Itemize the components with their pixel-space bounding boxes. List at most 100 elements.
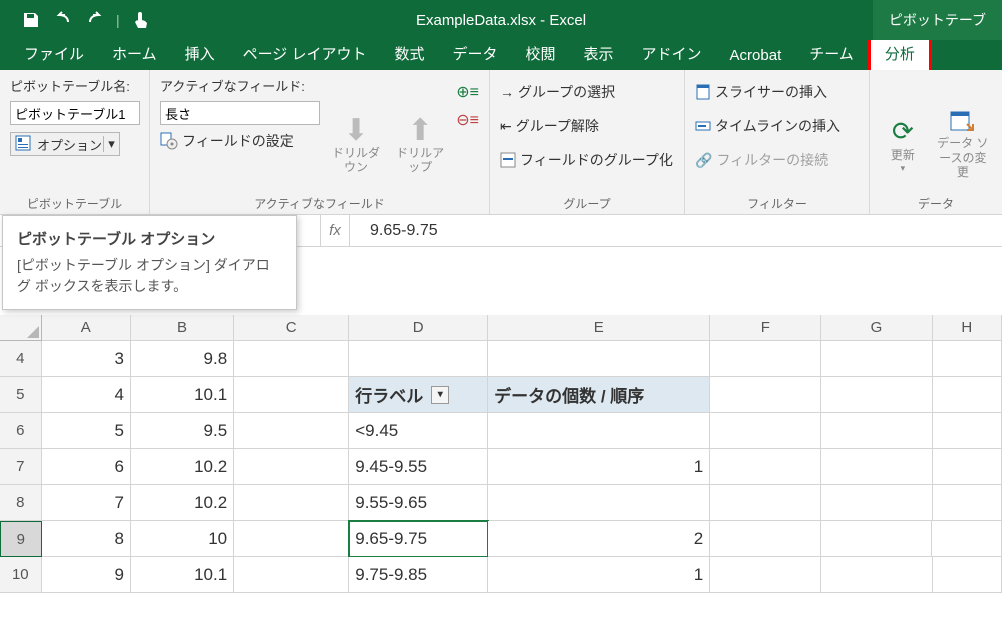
cell[interactable] — [821, 485, 932, 521]
cell[interactable]: 9.65-9.75 — [349, 521, 488, 557]
options-dropdown-icon[interactable]: ▾ — [103, 136, 119, 152]
cell[interactable]: 9 — [42, 557, 131, 593]
cell[interactable]: データの個数 / 順序 — [488, 377, 710, 413]
cell[interactable]: 1 — [488, 557, 710, 593]
cell[interactable]: 10.2 — [131, 485, 234, 521]
change-data-source-button[interactable]: データ ソースの変更 — [934, 74, 992, 212]
cell[interactable] — [710, 449, 821, 485]
drill-down-button[interactable]: ⬇ ドリルダウン — [328, 74, 384, 212]
col-header[interactable]: A — [42, 315, 131, 341]
tab-team[interactable]: チーム — [795, 37, 868, 70]
touch-mode-icon[interactable] — [130, 9, 152, 31]
insert-slicer-button[interactable]: スライサーの挿入 — [695, 80, 859, 104]
cell[interactable] — [932, 521, 1002, 557]
filter-connections-button[interactable]: 🔗 フィルターの接続 — [695, 148, 859, 172]
col-header[interactable]: C — [234, 315, 349, 341]
row-header[interactable]: 4 — [0, 341, 42, 377]
col-header[interactable]: D — [349, 315, 488, 341]
cell[interactable] — [349, 341, 488, 377]
tab-view[interactable]: 表示 — [570, 37, 628, 70]
options-button[interactable]: オプション ▾ — [10, 132, 120, 156]
cell[interactable]: 9.55-9.65 — [349, 485, 488, 521]
row-header[interactable]: 10 — [0, 557, 42, 593]
cell[interactable]: 6 — [42, 449, 131, 485]
tab-home[interactable]: ホーム — [98, 37, 171, 70]
row-header[interactable]: 5 — [0, 377, 42, 413]
cell[interactable]: 10.2 — [131, 449, 234, 485]
row-header[interactable]: 7 — [0, 449, 42, 485]
cell[interactable]: 3 — [42, 341, 131, 377]
cell[interactable]: <9.45 — [349, 413, 488, 449]
cell[interactable]: 4 — [42, 377, 131, 413]
col-header[interactable]: E — [488, 315, 710, 341]
cell[interactable]: 10.1 — [131, 377, 234, 413]
cell[interactable]: 9.8 — [131, 341, 234, 377]
collapse-field-icon[interactable]: ⊖≡ — [456, 110, 479, 130]
col-header[interactable]: B — [131, 315, 234, 341]
cell[interactable]: 9.75-9.85 — [349, 557, 488, 593]
cell[interactable] — [933, 557, 1002, 593]
col-header[interactable]: G — [821, 315, 932, 341]
drill-up-button[interactable]: ⬆ ドリルアップ — [392, 74, 448, 212]
cell[interactable] — [933, 413, 1002, 449]
cell[interactable] — [933, 341, 1002, 377]
active-field-input[interactable] — [160, 101, 320, 125]
cell[interactable]: 1 — [488, 449, 710, 485]
cell[interactable]: 5 — [42, 413, 131, 449]
insert-timeline-button[interactable]: タイムラインの挿入 — [695, 114, 859, 138]
cell[interactable]: 2 — [488, 521, 710, 557]
cell[interactable] — [234, 557, 349, 593]
cell[interactable] — [710, 341, 821, 377]
tab-review[interactable]: 校閲 — [512, 37, 570, 70]
fx-icon[interactable]: fx — [320, 215, 350, 246]
cell[interactable] — [234, 341, 349, 377]
cell[interactable] — [710, 413, 821, 449]
group-selection-button[interactable]: → グループの選択 — [500, 80, 674, 104]
cell[interactable] — [234, 449, 349, 485]
cell[interactable] — [488, 413, 710, 449]
filter-dropdown-icon[interactable]: ▾ — [431, 386, 449, 404]
field-settings-button[interactable]: フィールドの設定 — [160, 129, 320, 153]
select-all-corner[interactable] — [0, 315, 42, 341]
expand-field-icon[interactable]: ⊕≡ — [456, 82, 479, 102]
cell[interactable] — [821, 521, 932, 557]
cell[interactable] — [710, 485, 821, 521]
cell[interactable] — [821, 449, 932, 485]
group-field-button[interactable]: フィールドのグループ化 — [500, 148, 674, 172]
cell[interactable] — [710, 377, 821, 413]
cell[interactable]: 9.5 — [131, 413, 234, 449]
cell[interactable]: 行ラベル▾ — [349, 377, 488, 413]
cell[interactable] — [933, 377, 1002, 413]
col-header[interactable]: F — [710, 315, 821, 341]
row-header[interactable]: 6 — [0, 413, 42, 449]
cell[interactable]: 8 — [42, 521, 131, 557]
row-header[interactable]: 9 — [0, 521, 42, 557]
cell[interactable] — [234, 413, 349, 449]
cell[interactable] — [710, 521, 821, 557]
cell[interactable] — [933, 449, 1002, 485]
cell[interactable]: 9.45-9.55 — [349, 449, 488, 485]
cell[interactable] — [488, 341, 710, 377]
cell[interactable] — [488, 485, 710, 521]
formula-value[interactable]: 9.65-9.75 — [350, 222, 438, 240]
pivottable-name-input[interactable] — [10, 101, 140, 125]
row-header[interactable]: 8 — [0, 485, 42, 521]
cell[interactable] — [821, 377, 932, 413]
refresh-button[interactable]: ⟳ 更新 ▾ — [880, 74, 926, 212]
tab-acrobat[interactable]: Acrobat — [716, 41, 796, 70]
cell[interactable] — [234, 485, 349, 521]
cell[interactable] — [234, 377, 349, 413]
cell[interactable] — [821, 413, 932, 449]
cell[interactable]: 10 — [131, 521, 234, 557]
tab-data[interactable]: データ — [438, 37, 511, 70]
tab-insert[interactable]: 挿入 — [171, 37, 229, 70]
ungroup-button[interactable]: ⇤ グループ解除 — [500, 114, 674, 138]
cell[interactable] — [933, 485, 1002, 521]
cell[interactable] — [234, 521, 349, 557]
redo-icon[interactable] — [84, 9, 106, 31]
worksheet[interactable]: A B C D E F G H 439.85410.1行ラベル▾データの個数 /… — [0, 315, 1002, 593]
tab-pagelayout[interactable]: ページ レイアウト — [229, 37, 381, 70]
tab-formulas[interactable]: 数式 — [380, 37, 438, 70]
cell[interactable] — [821, 341, 932, 377]
cell[interactable] — [710, 557, 821, 593]
